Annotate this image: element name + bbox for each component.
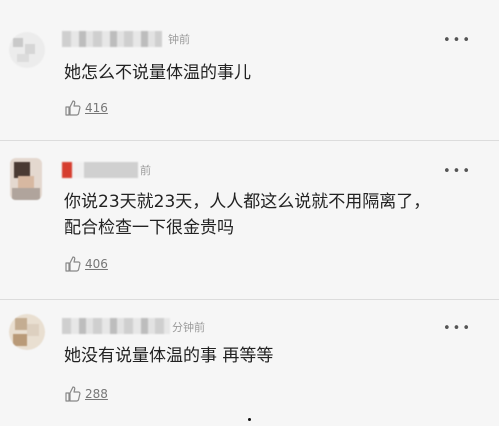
comment-time: 前 [140,164,151,177]
username-blurred[interactable] [62,162,138,178]
like-count: 406 [85,257,108,271]
comment-text: 她没有说量体温的事 再等等 [64,346,274,366]
more-icon[interactable]: ••• [443,165,472,178]
like-button[interactable]: 288 [64,384,108,404]
avatar[interactable] [9,32,45,68]
username-blurred[interactable] [62,31,162,47]
comment-text-line: 你说23天就23天，人人都这么说就不用隔离了， [64,192,431,212]
thumbs-up-icon [64,255,82,273]
comment-time: 分钟前 [172,321,205,334]
more-icon[interactable]: ••• [443,34,472,47]
avatar[interactable] [10,158,42,200]
thumbs-up-icon [64,385,82,403]
comment-text-line: 配合检查一下很金贵吗 [64,218,234,238]
like-count: 288 [85,387,108,401]
comment-item: 钟前 ••• 她怎么不说量体温的事儿 416 [0,0,499,140]
comment-item: 分钟前 ••• 她没有说量体温的事 再等等 288 [0,300,499,426]
username-blurred[interactable] [62,318,170,334]
like-button[interactable]: 416 [64,98,108,118]
comment-text: 你说23天就23天，人人都这么说就不用隔离了， 配合检查一下很金贵吗 [64,189,474,241]
thumbs-up-icon [64,99,82,117]
scroll-indicator-dot [248,418,251,421]
comment-feed: 钟前 ••• 她怎么不说量体温的事儿 416 前 ••• 你说23天就23天，人… [0,0,499,426]
like-count: 416 [85,101,108,115]
like-button[interactable]: 406 [64,254,108,274]
more-icon[interactable]: ••• [443,322,472,335]
avatar[interactable] [9,314,45,350]
comment-text: 她怎么不说量体温的事儿 [64,63,251,83]
comment-time: 钟前 [168,33,190,46]
comment-item: 前 ••• 你说23天就23天，人人都这么说就不用隔离了， 配合检查一下很金贵吗… [0,141,499,299]
